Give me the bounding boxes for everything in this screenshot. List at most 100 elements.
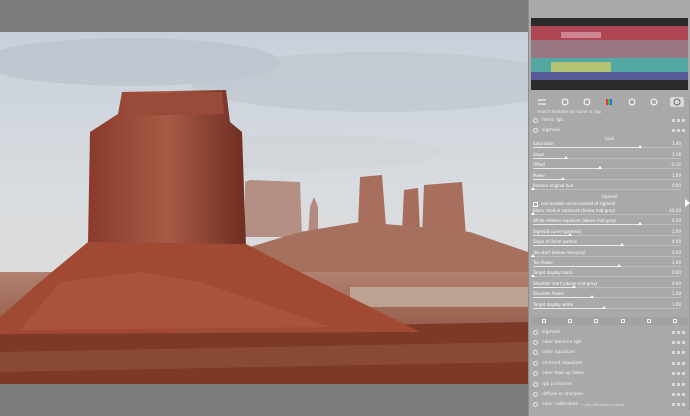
reset-icon[interactable] [677, 361, 680, 365]
module-item[interactable]: diffuse or sharpen [531, 389, 688, 399]
tool-icon[interactable] [672, 319, 677, 323]
tab-base[interactable] [580, 97, 594, 107]
histogram[interactable] [531, 18, 688, 90]
slider[interactable]: Sigmoid curve (gamma) 2.00 [533, 229, 681, 239]
slider-knob[interactable] [563, 155, 568, 159]
reset-icon[interactable] [677, 392, 680, 396]
preset-icon[interactable] [672, 128, 675, 132]
slider[interactable]: Target display white 1.00 [533, 302, 681, 312]
menu-icon[interactable] [682, 118, 685, 122]
menu-icon[interactable] [682, 403, 685, 407]
checkbox-icon[interactable] [533, 201, 538, 207]
tab-effect[interactable] [647, 97, 661, 107]
module-item[interactable]: contrast equalizer [531, 358, 688, 368]
power-icon[interactable] [533, 360, 538, 366]
reset-icon[interactable] [677, 118, 680, 122]
module-name: rgb primaries [542, 381, 573, 387]
preset-icon[interactable] [672, 403, 675, 407]
power-icon[interactable] [533, 127, 538, 133]
tab-color[interactable] [602, 97, 616, 107]
module-item[interactable]: color balance rgb [531, 337, 688, 347]
slider-knob[interactable] [616, 264, 621, 267]
menu-icon[interactable] [682, 392, 685, 396]
preset-icon[interactable] [672, 392, 675, 396]
reset-icon[interactable] [677, 340, 680, 344]
slider-knob[interactable] [531, 187, 535, 190]
menu-icon[interactable] [682, 361, 685, 365]
slider[interactable]: Shoulder Power 1.00 [533, 291, 681, 301]
reset-icon[interactable] [677, 330, 680, 334]
power-icon[interactable] [533, 329, 538, 335]
module-item[interactable]: rgb primaries [531, 379, 688, 389]
preset-icon[interactable] [672, 372, 675, 376]
tab-correct[interactable] [625, 97, 639, 107]
slider-knob[interactable] [572, 284, 577, 288]
power-icon[interactable] [533, 381, 538, 387]
slider[interactable]: Power 1.00 [533, 173, 681, 183]
power-icon[interactable] [533, 391, 538, 397]
slider-knob[interactable] [531, 253, 535, 257]
tab-active[interactable] [558, 97, 572, 107]
slider[interactable]: Black relative exposure (below mid-grey)… [531, 208, 681, 218]
slider[interactable]: Target display black 0.00 [531, 270, 681, 280]
power-icon[interactable] [533, 339, 538, 345]
preset-icon[interactable] [672, 330, 675, 334]
module-item[interactable]: color look up table [531, 369, 688, 379]
slider-knob[interactable] [568, 232, 572, 236]
reset-icon[interactable] [677, 372, 680, 376]
slider[interactable]: Offset -0.15 [533, 162, 681, 172]
module-item[interactable]: sigmoid [531, 327, 688, 337]
power-icon[interactable] [533, 371, 538, 377]
tunable-curve-checkbox[interactable]: use tunable curve instead of sigmoid [533, 201, 681, 207]
image-preview[interactable] [0, 32, 528, 384]
slider-knob[interactable] [531, 212, 535, 215]
slider[interactable]: Slope of linear portion 4.00 [533, 239, 681, 249]
menu-icon[interactable] [682, 330, 685, 334]
reset-icon[interactable] [677, 128, 680, 132]
tool-icon[interactable] [568, 319, 573, 323]
preset-icon[interactable] [672, 361, 675, 365]
power-icon[interactable] [533, 117, 538, 123]
slider-knob[interactable] [619, 243, 624, 247]
slider[interactable]: Toe Power 2.00 [533, 260, 681, 270]
reset-icon[interactable] [677, 403, 680, 407]
preset-icon[interactable] [672, 382, 675, 386]
slider-knob[interactable] [590, 295, 595, 299]
reset-icon[interactable] [677, 351, 680, 355]
power-icon[interactable] [533, 402, 538, 408]
slider-knob[interactable] [637, 145, 642, 148]
slider-knob[interactable] [637, 222, 642, 226]
slider[interactable]: Restore original hue 0.00 [531, 183, 681, 193]
slider[interactable]: Slope 1.16 [533, 152, 681, 162]
preset-icon[interactable] [672, 340, 675, 344]
menu-icon[interactable] [682, 128, 685, 132]
slider-knob[interactable] [602, 305, 607, 309]
module-item[interactable]: color calibration • (not reference pictur… [531, 400, 688, 410]
menu-icon[interactable] [682, 351, 685, 355]
module-sigmoid-expanded[interactable]: sigmoid [531, 125, 688, 135]
slider[interactable]: Shoulder start (above mid-grey) 0.00 [533, 281, 681, 291]
power-icon[interactable] [533, 350, 538, 356]
reset-icon[interactable] [677, 382, 680, 386]
tab-quick-access[interactable] [535, 97, 549, 107]
slider[interactable]: White relative exposure (above mid-grey)… [533, 218, 681, 228]
menu-icon[interactable] [682, 372, 685, 376]
tool-icon[interactable] [620, 319, 625, 323]
module-filmic-rgb[interactable]: filmic rgb [531, 115, 688, 125]
tool-icon[interactable] [646, 319, 651, 323]
slider[interactable]: Saturation 1.40 [533, 141, 681, 151]
tool-icon[interactable] [594, 319, 599, 323]
slider-knob[interactable] [560, 176, 565, 180]
slider-knob[interactable] [531, 274, 535, 278]
menu-icon[interactable] [682, 340, 685, 344]
slider[interactable]: Toe start (below mid-grey) 0.00 [531, 250, 681, 260]
slider-knob[interactable] [597, 166, 602, 169]
module-name: sigmoid [542, 127, 560, 133]
preset-icon[interactable] [672, 351, 675, 355]
module-item[interactable]: color equalizer [531, 348, 688, 358]
tool-icon[interactable] [542, 319, 547, 323]
tab-all[interactable] [669, 97, 684, 107]
menu-icon[interactable] [682, 382, 685, 386]
preset-icon[interactable] [672, 118, 675, 122]
collapse-panel-arrow-icon[interactable] [685, 199, 690, 207]
